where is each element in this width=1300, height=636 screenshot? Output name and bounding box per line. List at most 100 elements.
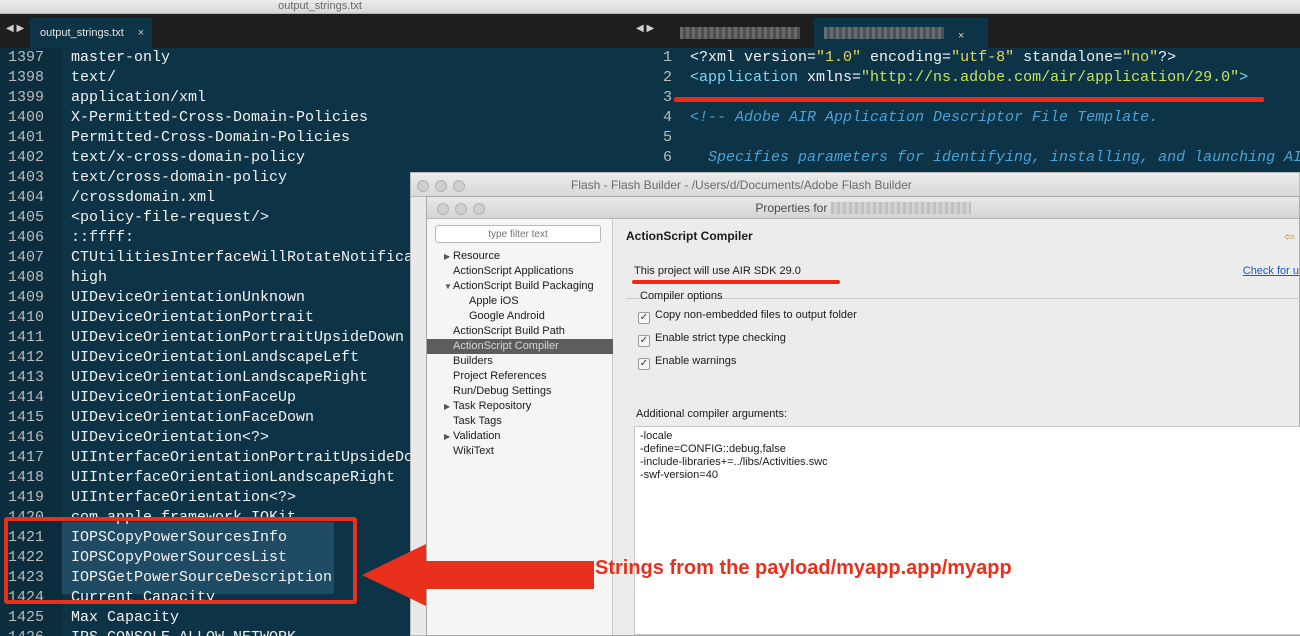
- nav-item[interactable]: ▶ Validation: [427, 429, 613, 444]
- code-line: 1399 application/xml: [0, 88, 640, 108]
- xml-token: <?xml version=: [690, 49, 817, 66]
- tab-redacted-active[interactable]: ×: [814, 18, 988, 48]
- redacted-tab-name: [680, 27, 800, 39]
- line-number: 1404: [8, 189, 45, 206]
- annotation-underline-sdk: [632, 280, 840, 284]
- nav-item-label: ActionScript Applications: [453, 265, 574, 277]
- line-number: 1411: [8, 329, 45, 346]
- compiler-options-group: [626, 298, 1300, 301]
- nav-item[interactable]: ActionScript Build Path: [427, 324, 613, 339]
- line-number: 1413: [8, 369, 45, 386]
- code-line: 1398 text/: [0, 68, 640, 88]
- line-number: 1397: [8, 49, 45, 66]
- xml-line: 6 Specifies parameters for identifying, …: [630, 148, 1300, 168]
- properties-title: Properties for: [427, 197, 1299, 219]
- nav-item[interactable]: ActionScript Compiler: [427, 339, 613, 354]
- line-text: application/xml: [71, 89, 207, 106]
- nav-item[interactable]: ▶ Resource: [427, 249, 613, 264]
- line-number: 1417: [8, 449, 45, 466]
- nav-item[interactable]: WikiText: [427, 444, 613, 459]
- tab-output-strings[interactable]: output_strings.txt ×: [30, 18, 153, 48]
- nav-item[interactable]: Apple iOS: [427, 294, 613, 309]
- line-text: X-Permitted-Cross-Domain-Policies: [71, 109, 369, 126]
- line-text: <!-- Adobe AIR Application Descriptor Fi…: [690, 108, 1158, 128]
- xml-token: standalone=: [1014, 49, 1123, 66]
- nav-item[interactable]: Task Tags: [427, 414, 613, 429]
- annotation-arrow-icon: [362, 544, 594, 606]
- left-window-title: output_strings.txt: [278, 0, 362, 12]
- line-text: ::ffff:: [71, 229, 135, 246]
- collapsed-arrow-icon[interactable]: ▶: [444, 399, 450, 414]
- xml-line: 5: [630, 128, 1300, 148]
- tab-close-icon[interactable]: ×: [138, 27, 144, 39]
- additional-args-label: Additional compiler arguments:: [636, 408, 788, 420]
- nav-item-label: Run/Debug Settings: [453, 385, 552, 397]
- line-number: 1425: [8, 609, 45, 626]
- nav-item[interactable]: ▼ ActionScript Build Packaging: [427, 279, 613, 294]
- checkbox-icon[interactable]: ✓: [638, 358, 650, 370]
- annotation-underline-xmlns: [674, 97, 1264, 102]
- line-text: text/cross-domain-policy: [71, 169, 288, 186]
- line-number: 1409: [8, 289, 45, 306]
- compiler-option-checkbox[interactable]: ✓ Enable strict type checking: [638, 331, 786, 347]
- checkbox-icon[interactable]: ✓: [638, 335, 650, 347]
- nav-item[interactable]: ▶ Task Repository: [427, 399, 613, 414]
- compiler-options-label: Compiler options: [640, 290, 723, 302]
- line-text: text/x-cross-domain-policy: [71, 149, 306, 166]
- right-tab-bar: ◀ ▶ ×: [630, 14, 1300, 48]
- compiler-option-checkbox[interactable]: ✓ Copy non-embedded files to output folde…: [638, 308, 857, 324]
- line-number: 1426: [8, 628, 52, 636]
- checkbox-icon[interactable]: ✓: [638, 312, 650, 324]
- xml-token: "http://ns.adobe.com/air/application/29.…: [861, 69, 1240, 86]
- xml-code-area[interactable]: 1 <?xml version="1.0" encoding="utf-8" st…: [630, 48, 1300, 168]
- expanded-arrow-icon[interactable]: ▼: [444, 279, 452, 294]
- redacted-project-name: [830, 202, 971, 214]
- line-text: Specifies parameters for identifying, in…: [690, 148, 1300, 168]
- filter-input[interactable]: [435, 225, 601, 243]
- nav-item[interactable]: Run/Debug Settings: [427, 384, 613, 399]
- line-text: UIDeviceOrientationPortraitUpsideDown: [71, 329, 405, 346]
- line-text: <?xml version="1.0" encoding="utf-8" sta…: [690, 48, 1176, 68]
- nav-item-label: ActionScript Build Path: [453, 325, 565, 337]
- line-text: text/: [71, 69, 117, 86]
- nav-item[interactable]: Project References: [427, 369, 613, 384]
- line-text: CTUtilitiesInterfaceWillRotateNotifica: [71, 249, 414, 266]
- xml-token: "utf-8": [951, 49, 1015, 66]
- line-text: UIInterfaceOrientationLandscapeRight: [71, 469, 396, 486]
- xml-token: ?>: [1158, 49, 1177, 66]
- compiler-option-checkbox[interactable]: ✓ Enable warnings: [638, 354, 736, 370]
- nav-item-label: Apple iOS: [469, 295, 519, 307]
- nav-item[interactable]: ActionScript Applications: [427, 264, 613, 279]
- flash-builder-title: Flash - Flash Builder - /Users/d/Documen…: [571, 178, 912, 192]
- line-number: 5: [662, 129, 672, 146]
- line-number: 2: [662, 69, 672, 86]
- properties-nav-tree: ▶ Resource ActionScript Applications ▼ Actio…: [427, 249, 613, 459]
- line-number: 1403: [8, 169, 45, 186]
- tab-redacted-1[interactable]: [670, 18, 810, 48]
- tab-label: output_strings.txt: [40, 27, 124, 39]
- code-line: 1400 X-Permitted-Cross-Domain-Policies: [0, 108, 640, 128]
- line-number: 1: [662, 49, 672, 66]
- sdk-note: This project will use AIR SDK 29.0: [634, 265, 801, 277]
- line-number: 1398: [8, 69, 45, 86]
- xml-token: <application: [690, 69, 799, 86]
- nav-item-label: Task Repository: [453, 400, 532, 412]
- additional-args-textarea[interactable]: -locale -define=CONFIG::debug,false -inc…: [634, 426, 1300, 635]
- tab-nav-arrows-icon[interactable]: ◀ ▶: [6, 23, 24, 34]
- line-number: 6: [662, 149, 672, 166]
- line-number: 1414: [8, 389, 45, 406]
- tab-nav-arrows-icon[interactable]: ◀ ▶: [636, 23, 654, 34]
- collapsed-arrow-icon[interactable]: ▶: [444, 249, 450, 264]
- line-number: 1418: [8, 469, 45, 486]
- tab-close-icon[interactable]: ×: [958, 30, 964, 42]
- page-title: ActionScript Compiler: [626, 229, 753, 243]
- xml-token: >: [1239, 69, 1249, 86]
- nav-item[interactable]: Builders: [427, 354, 613, 369]
- check-for-updates-link[interactable]: Check for u: [1243, 265, 1299, 277]
- back-arrow-icon[interactable]: ⇦: [1284, 229, 1295, 245]
- xml-line: 1 <?xml version="1.0" encoding="utf-8" st…: [630, 48, 1300, 68]
- xml-token: "no": [1122, 49, 1159, 66]
- nav-item[interactable]: Google Android: [427, 309, 613, 324]
- code-line: 1401 Permitted-Cross-Domain-Policies: [0, 128, 640, 148]
- collapsed-arrow-icon[interactable]: ▶: [444, 429, 450, 444]
